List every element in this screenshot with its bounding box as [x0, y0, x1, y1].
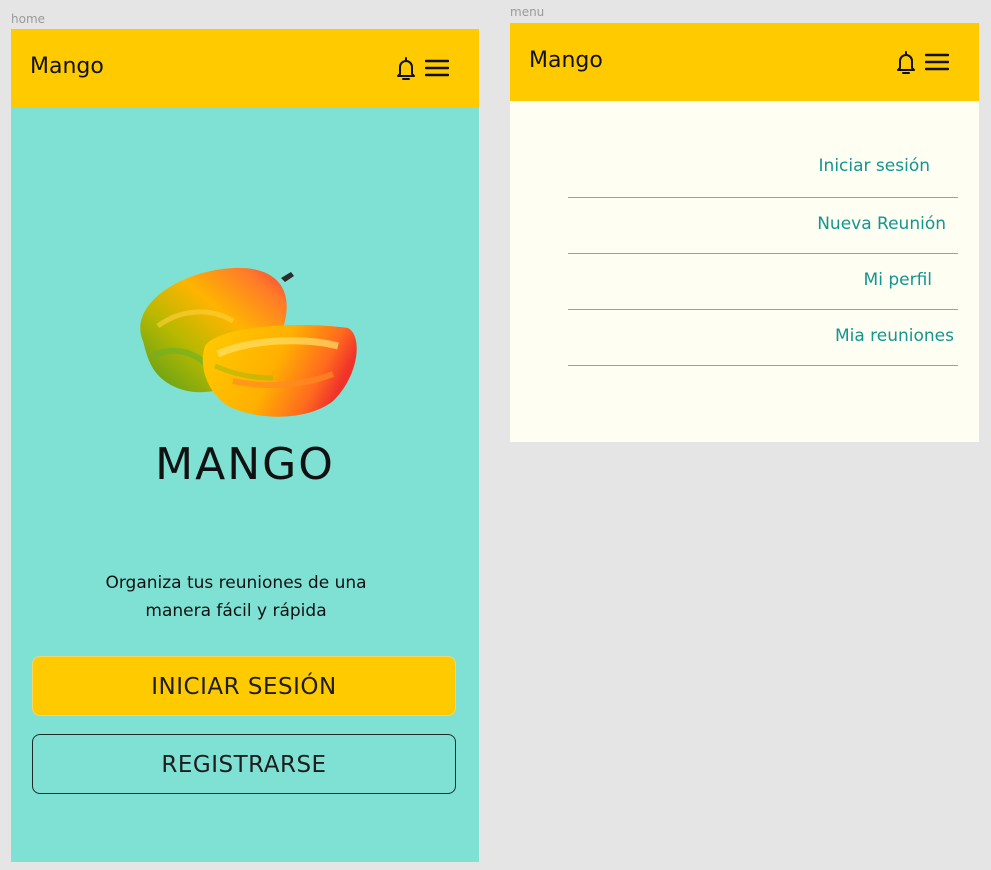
- hamburger-icon[interactable]: [925, 52, 949, 72]
- hamburger-icon[interactable]: [425, 58, 449, 78]
- register-button[interactable]: REGISTRARSE: [32, 734, 456, 794]
- frame-label-menu: menu: [510, 5, 545, 19]
- menu-item-new-meeting[interactable]: Nueva Reunión: [568, 198, 958, 254]
- brand-title: Mango: [529, 48, 603, 73]
- mango-illustration: [123, 266, 359, 424]
- tagline: Organiza tus reuniones de una manera fác…: [105, 573, 367, 621]
- frame-label-home: home: [11, 12, 46, 26]
- menu-item-label: Mia reuniones: [834, 326, 954, 346]
- brand-title: Mango: [30, 54, 104, 79]
- logo-wordmark: MANGO: [155, 439, 335, 490]
- menu-item-label: Iniciar sesión: [818, 156, 930, 176]
- menu-item-label: Nueva Reunión: [817, 214, 946, 234]
- menu-item-login[interactable]: Iniciar sesión: [568, 140, 958, 198]
- menu-item-label: Mi perfil: [863, 270, 932, 290]
- bell-icon[interactable]: [395, 56, 417, 82]
- menu-list: Iniciar sesión Nueva Reunión Mi perfil M…: [568, 140, 958, 366]
- login-button[interactable]: INICIAR SESIÓN: [32, 656, 456, 716]
- app-header: Mango: [510, 23, 979, 101]
- menu-item-my-meetings[interactable]: Mia reuniones: [568, 310, 958, 366]
- menu-screen: Mango Iniciar sesión Nueva Reunión Mi pe…: [510, 23, 979, 442]
- home-screen: Mango MANGO Organiza tus reuniones de un…: [11, 29, 479, 862]
- app-header: Mango: [11, 29, 479, 107]
- bell-icon[interactable]: [895, 50, 917, 76]
- menu-item-profile[interactable]: Mi perfil: [568, 254, 958, 310]
